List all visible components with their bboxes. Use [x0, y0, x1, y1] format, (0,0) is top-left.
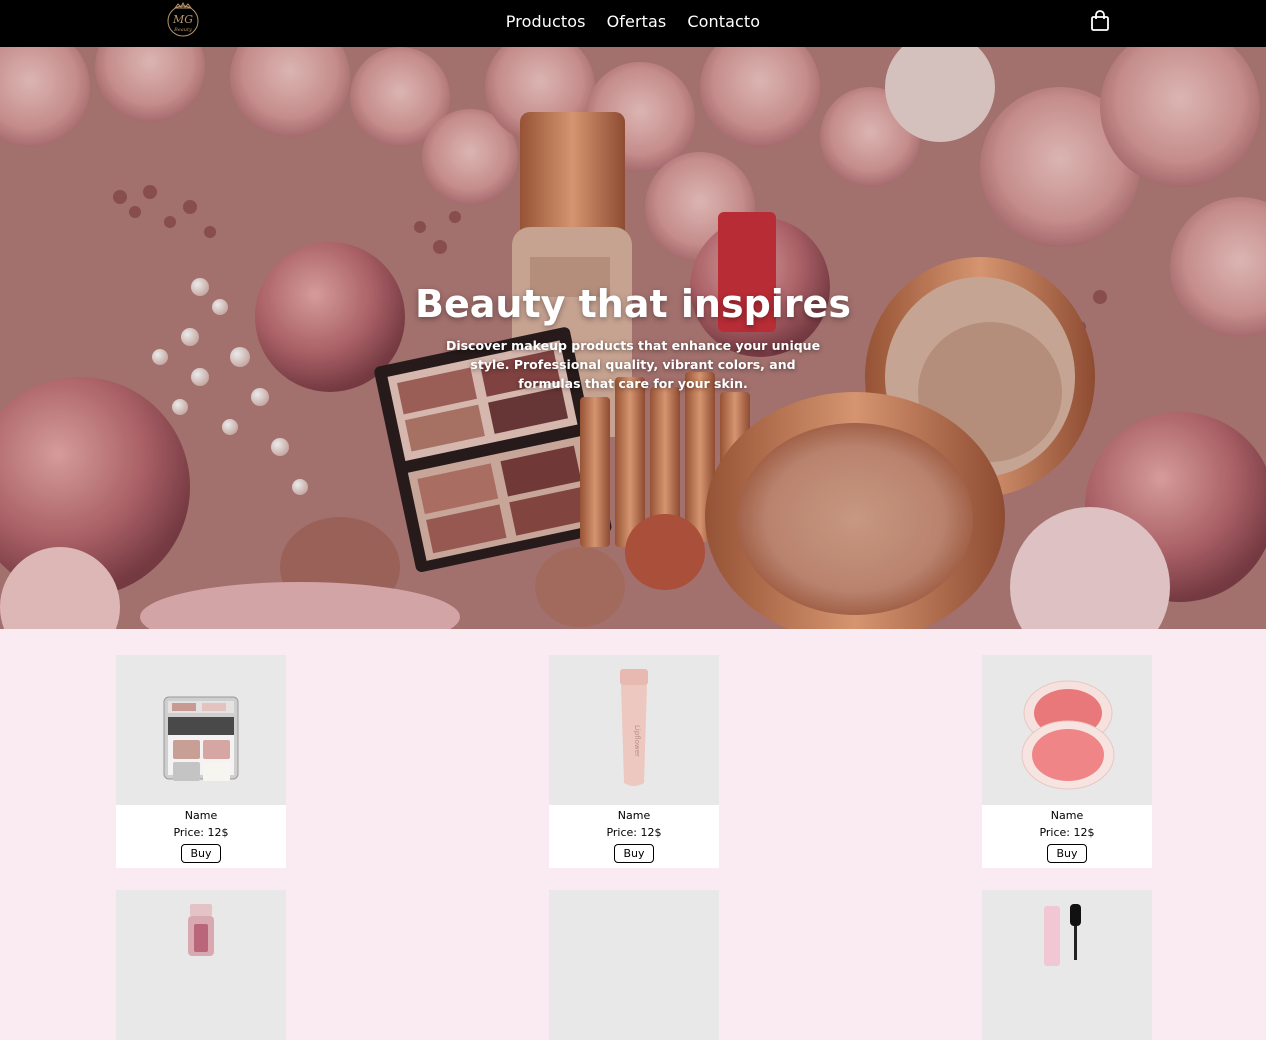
nav-link-contacto[interactable]: Contacto: [687, 12, 760, 31]
product-price: Price: 12$: [606, 826, 662, 839]
product-name: Name: [617, 809, 651, 822]
buy-button[interactable]: Buy: [614, 844, 654, 863]
hero-title: Beauty that inspires: [415, 282, 851, 326]
svg-text:Lipflower: Lipflower: [633, 725, 641, 757]
top-navbar: MG Beauty Productos Ofertas Contacto: [0, 0, 1266, 47]
product-price: Price: 12$: [173, 826, 229, 839]
product-image-mascara[interactable]: [982, 890, 1152, 1040]
product-image-eyeshadow-palette[interactable]: [116, 655, 286, 805]
product-image-lip-gloss-tube[interactable]: Lipflower: [549, 655, 719, 805]
hero-banner: Beauty that inspires Discover makeup pro…: [0, 47, 1266, 629]
product-card: Name Price: 12$ Buy: [982, 655, 1152, 868]
product-card: Name Price: 12$ Buy: [116, 655, 286, 868]
product-image-lip-oil-bottle[interactable]: [116, 890, 286, 1040]
product-card: Lipflower Name Price: 12$ Buy: [549, 655, 719, 868]
product-price: Price: 12$: [1039, 826, 1095, 839]
main-nav: Productos Ofertas Contacto: [0, 0, 1266, 43]
product-image-blank[interactable]: [549, 890, 719, 1040]
shopping-bag-icon[interactable]: [1089, 10, 1111, 32]
product-image-blush-compact[interactable]: [982, 655, 1152, 805]
product-name: Name: [184, 809, 218, 822]
product-card: [982, 890, 1152, 1040]
product-card: [116, 890, 286, 1040]
nav-link-productos[interactable]: Productos: [506, 12, 586, 31]
buy-button[interactable]: Buy: [181, 844, 221, 863]
buy-button[interactable]: Buy: [1047, 844, 1087, 863]
product-card: [549, 890, 719, 1040]
nav-link-ofertas[interactable]: Ofertas: [607, 12, 667, 31]
hero-subtitle: Discover makeup products that enhance yo…: [445, 338, 821, 391]
product-name: Name: [1050, 809, 1084, 822]
